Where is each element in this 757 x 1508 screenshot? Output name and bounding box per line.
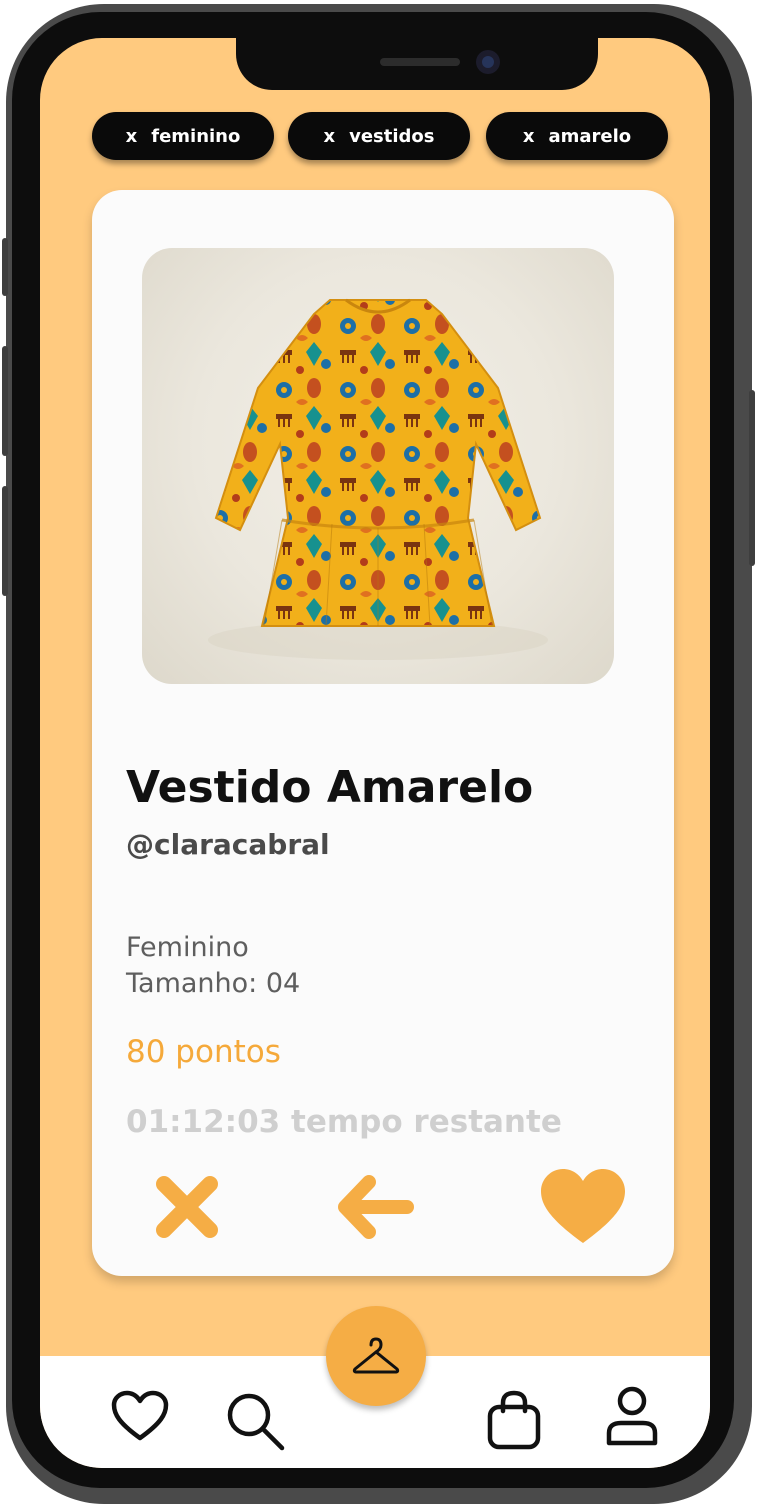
nav-search-button[interactable] — [224, 1390, 288, 1454]
shopping-bag-icon — [487, 1390, 541, 1450]
item-points: 80 pontos — [126, 1034, 281, 1070]
owner-handle[interactable]: @claracabral — [126, 828, 330, 861]
item-photo — [142, 248, 614, 684]
filter-chips: x feminino x vestidos x amarelo — [92, 112, 672, 162]
heart-icon — [111, 1390, 169, 1441]
filter-chip-feminino[interactable]: x feminino — [92, 112, 274, 160]
nav-profile-button[interactable] — [600, 1384, 664, 1448]
filter-chip-vestidos[interactable]: x vestidos — [288, 112, 470, 160]
speaker-grille — [380, 58, 460, 66]
app-screen: x feminino x vestidos x amarelo Vestido … — [40, 38, 710, 1468]
camera-icon — [476, 50, 500, 74]
hanger-fab-button[interactable] — [326, 1306, 426, 1406]
phone-side-button — [2, 346, 8, 456]
remove-filter-icon[interactable]: x — [126, 126, 138, 147]
item-title: Vestido Amarelo — [126, 762, 534, 813]
remove-filter-icon[interactable]: x — [523, 126, 535, 147]
search-icon — [227, 1393, 285, 1451]
dress-illustration — [208, 298, 548, 660]
notch — [236, 38, 598, 90]
arrow-left-icon — [338, 1175, 414, 1239]
time-remaining: 01:12:03 tempo restante — [126, 1104, 562, 1140]
reject-button[interactable] — [142, 1162, 232, 1252]
close-icon — [156, 1176, 218, 1238]
item-category: Feminino — [126, 932, 249, 963]
filter-chip-label: amarelo — [548, 125, 632, 147]
nav-favorites-button[interactable] — [108, 1384, 172, 1448]
filter-chip-amarelo[interactable]: x amarelo — [486, 112, 668, 160]
filter-chip-label: vestidos — [349, 125, 435, 147]
phone-side-button — [749, 390, 755, 566]
phone-side-button — [2, 238, 8, 296]
filter-chip-label: feminino — [151, 125, 241, 147]
back-button[interactable] — [330, 1162, 420, 1252]
like-button[interactable] — [538, 1162, 628, 1252]
user-icon — [606, 1386, 658, 1446]
remove-filter-icon[interactable]: x — [323, 126, 335, 147]
phone-side-button — [2, 486, 8, 596]
item-card: Vestido Amarelo @claracabral Feminino Ta… — [92, 190, 674, 1276]
hanger-icon — [352, 1337, 400, 1374]
nav-bag-button[interactable] — [482, 1388, 546, 1452]
heart-icon — [541, 1169, 625, 1243]
item-size: Tamanho: 04 — [126, 968, 301, 999]
